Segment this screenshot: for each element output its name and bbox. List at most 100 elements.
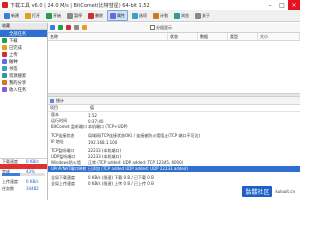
sidebar-item-icon (2, 87, 7, 92)
sidebar-item[interactable]: 做种 (0, 58, 47, 65)
sidebar: 收藏 全部任务 下载 已完成 上传 做种 书签 资源搜索 我的分享 收入任务 下载速度 0 KB… (0, 23, 48, 201)
toolbar-button-label: 打开 (32, 12, 40, 18)
toolbar-button-label: 浏览 (181, 12, 189, 18)
toolbar-icon (88, 12, 94, 19)
task-toolbar-icon[interactable] (66, 25, 71, 30)
main-toolbar: 新建 打开 开始 暂停 删除 属性 选项 计划 浏览 关于 (0, 10, 300, 22)
detail-value: 已添加 (TCP added UDP added: UDP 22233 adde… (88, 166, 188, 171)
detail-key: IP 地址 (51, 139, 64, 144)
status-tasks-value: 34482 (26, 186, 39, 191)
watermark-badge: 骷髅社区 (242, 186, 273, 197)
sidebar-item-icon (2, 38, 7, 43)
toolbar-icon (132, 12, 138, 19)
column-header[interactable]: 大小 (258, 33, 300, 40)
toolbar-button[interactable]: 计划 (151, 11, 170, 20)
sidebar-item-label: 收入任务 (9, 87, 27, 93)
task-toolbar-icon[interactable] (74, 25, 79, 30)
task-toolbar: 分组显示 (48, 23, 300, 33)
toolbar-icon (67, 12, 73, 19)
status-tasks-label: 任务数 (2, 186, 14, 191)
watermark: 骷髅社区 kulouit.cn (242, 186, 295, 197)
sidebar-item-label: 已完成 (9, 45, 22, 51)
sidebar-item-icon (2, 31, 7, 36)
column-header[interactable]: 数据 (198, 33, 228, 40)
toolbar-button[interactable]: 选项 (130, 11, 149, 20)
toolbar-button-label: 关于 (202, 12, 210, 18)
toolbar-button[interactable]: 暂停 (65, 11, 84, 20)
toolbar-icon (174, 12, 180, 19)
toolbar-icon (25, 12, 31, 19)
task-list[interactable] (48, 41, 300, 93)
detail-column-header[interactable]: 项目 (48, 105, 88, 111)
app-icon (2, 2, 8, 8)
toolbar-button[interactable]: 新建 (2, 11, 21, 20)
detail-value: 局域网(TCP连接状态OK) / 连接被防火墙阻止(TCP 端口不可达) (88, 133, 201, 138)
toolbar-button-label: 暂停 (74, 12, 82, 18)
toolbar-button[interactable]: 打开 (23, 11, 42, 20)
column-header[interactable]: 状态 (168, 33, 198, 40)
sidebar-item-label: 下载 (9, 38, 18, 44)
detail-list: 版本 1.52 运行时间 0:37:40 BitComet 监听端口 本机端口 (TCP+… (48, 112, 300, 187)
sidebar-item-label: 全部任务 (9, 31, 27, 37)
detail-tab[interactable]: 统计 (48, 97, 300, 105)
watermark-url: kulouit.cn (275, 189, 295, 194)
task-list-header: 名称 状态 数据 类型 大小 (48, 33, 300, 41)
toolbar-button-label: 删除 (95, 12, 103, 18)
sidebar-item[interactable]: 收入任务 (0, 86, 47, 93)
toolbar-button[interactable]: 关于 (193, 11, 212, 20)
sidebar-item-label: 资源搜索 (9, 73, 27, 79)
sidebar-item[interactable]: 下载 (0, 37, 47, 44)
progress-bar (2, 173, 45, 176)
sidebar-item[interactable]: 上传 (0, 51, 47, 58)
close-icon[interactable]: × (288, 0, 300, 10)
group-checkbox[interactable]: 分组显示 (150, 25, 172, 31)
sidebar-item-label: 上传 (9, 52, 18, 58)
sidebar-item[interactable]: 全部任务 (0, 30, 47, 37)
toolbar-icon (153, 12, 159, 19)
toolbar-button[interactable]: 属性 (107, 10, 128, 21)
task-toolbar-icon[interactable] (58, 25, 63, 30)
sidebar-item-icon (2, 52, 7, 57)
detail-value: 1.52 (88, 112, 97, 118)
sidebar-item[interactable]: 已完成 (0, 44, 47, 51)
main-panel: 分组显示 名称 状态 数据 类型 大小 统计 项目值 版本 1.52 运行时间 0:37:40… (48, 23, 300, 200)
checkbox-icon (150, 25, 155, 30)
toolbar-button-label: 选项 (139, 12, 147, 18)
toolbar-icon (195, 12, 201, 19)
toolbar-icon (4, 12, 10, 19)
toolbar-button-label: 开始 (53, 12, 61, 18)
detail-value: 0:37:40 (88, 118, 104, 124)
detail-key: 全局上传速度 (51, 181, 75, 186)
status-up-value: 0 KB/s (26, 179, 39, 184)
column-header[interactable]: 类型 (228, 33, 258, 40)
toolbar-button-label: 新建 (11, 12, 19, 18)
detail-column-header[interactable]: 值 (88, 105, 300, 111)
toolbar-icon (110, 12, 116, 19)
sidebar-item[interactable]: 资源搜索 (0, 72, 47, 79)
sidebar-item[interactable]: 我的分享 (0, 79, 47, 86)
detail-tab-label: 统计 (56, 97, 64, 103)
detail-value: 192.168.1.100 (88, 139, 118, 145)
toolbar-button[interactable]: 删除 (86, 11, 105, 20)
sidebar-item-icon (2, 45, 7, 50)
group-checkbox-label: 分组显示 (156, 24, 172, 30)
sidebar-item-icon (2, 66, 7, 71)
sidebar-item[interactable]: 书签 (0, 65, 47, 72)
sidebar-item-icon (2, 80, 7, 85)
toolbar-button[interactable]: 浏览 (172, 11, 191, 20)
sidebar-item-icon (2, 73, 7, 78)
minimize-icon[interactable]: – (264, 0, 276, 10)
maximize-icon[interactable]: □ (276, 0, 288, 10)
toolbar-button[interactable]: 开始 (44, 11, 63, 20)
detail-header: 项目值 (48, 105, 300, 112)
column-header[interactable]: 名称 (48, 33, 168, 40)
window-title: 下载工具 v6.0 | 24.0 M/s | BitComet(比特彗星) 64… (10, 3, 150, 9)
sidebar-list: 全部任务 下载 已完成 上传 做种 书签 资源搜索 我的分享 收入任务 (0, 30, 47, 93)
task-toolbar-icon[interactable] (82, 25, 87, 30)
sidebar-item-label: 做种 (9, 59, 18, 65)
task-toolbar-icon[interactable] (50, 25, 55, 30)
progress-bar-fill (2, 173, 21, 176)
stats-icon (50, 98, 54, 103)
status-up-label: 上传速度 (2, 179, 18, 184)
toolbar-button-label: 属性 (117, 12, 125, 18)
